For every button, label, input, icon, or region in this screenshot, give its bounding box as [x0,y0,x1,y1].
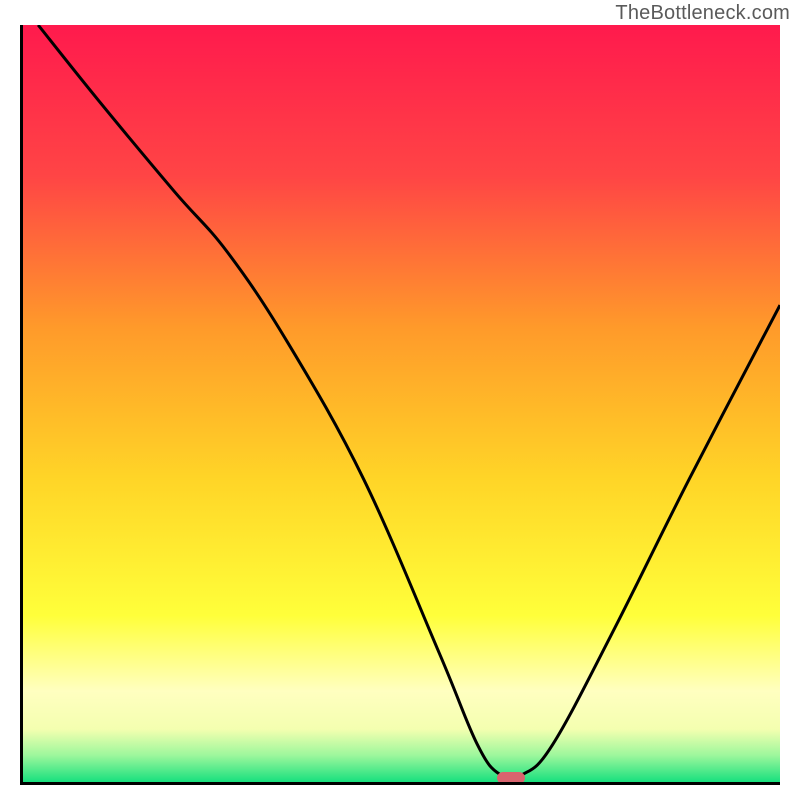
chart-container: TheBottleneck.com [0,0,800,800]
bottleneck-curve [23,25,780,782]
watermark-text: TheBottleneck.com [615,2,790,25]
plot-area [20,25,780,785]
optimal-marker [497,772,525,784]
